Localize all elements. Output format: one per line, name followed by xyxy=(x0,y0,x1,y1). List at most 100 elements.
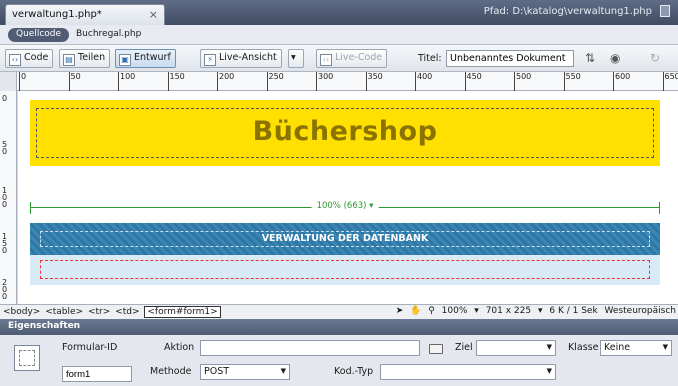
file-path: Pfad: D:\katalog\verwaltung1.php xyxy=(484,6,652,17)
design-canvas[interactable]: Büchershop 100% (663) ▾ VERWALTUNG DER D… xyxy=(18,91,678,304)
vruler-label: 150 xyxy=(2,232,8,255)
class-label: Klasse xyxy=(568,342,599,353)
ruler-label: 150 xyxy=(169,72,185,81)
ruler-label: 350 xyxy=(367,72,383,81)
split-icon: ▤ xyxy=(63,54,75,66)
file-management-icon[interactable]: ⇅ xyxy=(585,51,595,65)
path-value: D:\katalog\verwaltung1.php xyxy=(512,6,652,17)
ruler-label: 250 xyxy=(268,72,284,81)
table-width-end xyxy=(659,202,660,214)
related-file-link[interactable]: Buchregal.php xyxy=(76,29,141,39)
code-icon: ‹› xyxy=(9,54,21,66)
code-label: Code xyxy=(24,52,49,63)
vruler-label: 50 xyxy=(2,140,8,156)
refresh-icon[interactable]: ↻ xyxy=(650,51,660,65)
document-tab[interactable]: verwaltung1.php* × xyxy=(5,4,165,25)
vruler-label: 200 xyxy=(2,278,8,301)
encoding: Westeuropäisch xyxy=(604,306,676,316)
ruler-label: 600 xyxy=(615,72,631,81)
live-view-button[interactable]: ⚡ Live-Ansicht xyxy=(200,49,282,68)
design-icon: ▣ xyxy=(119,54,131,66)
status-info: ➤ ✋ ⚲ 100% ▾ 701 x 225 ▾ 6 K / 1 Sek Wes… xyxy=(392,306,676,316)
live-view-dropdown[interactable]: ▾ xyxy=(288,49,304,68)
ruler-label: 650 xyxy=(664,72,678,81)
form-outline[interactable] xyxy=(40,260,650,279)
document-title-input[interactable] xyxy=(446,50,574,67)
window-size[interactable]: 701 x 225 xyxy=(486,306,531,316)
tag-selector-form[interactable]: <form#form1> xyxy=(144,306,221,318)
title-label: Titel: xyxy=(418,53,442,64)
properties-panel: Formular-ID Aktion Ziel Klasse Keine Met… xyxy=(0,335,678,386)
form-id-input[interactable] xyxy=(62,366,132,382)
ruler-label: 50 xyxy=(70,72,81,81)
method-label: Methode xyxy=(150,366,192,377)
horizontal-ruler: 0 50 100 150 200 250 300 350 400 450 500 550 600 650 xyxy=(0,72,678,91)
method-value: POST xyxy=(204,366,230,377)
hand-tool-icon[interactable]: ✋ xyxy=(410,306,421,316)
tag-selector-table[interactable]: <table> xyxy=(45,307,83,317)
table-width-start xyxy=(30,202,31,214)
related-files-bar: Quellcode Buchregal.php xyxy=(0,25,678,45)
close-icon[interactable]: × xyxy=(149,8,158,21)
ruler-label: 500 xyxy=(516,72,532,81)
properties-title: Eigenschaften xyxy=(8,321,81,331)
properties-panel-header[interactable]: Eigenschaften xyxy=(0,319,678,335)
status-bar: <body> <table> <tr> <td> <form#form1> ➤ … xyxy=(0,304,678,319)
ruler-label: 450 xyxy=(466,72,482,81)
source-code-button[interactable]: Quellcode xyxy=(8,28,70,42)
table-width-indicator[interactable]: 100% (663) ▾ xyxy=(30,201,660,215)
vertical-ruler: 0 50 100 150 200 xyxy=(0,91,17,304)
live-view-icon: ⚡ xyxy=(204,54,216,66)
form-cell[interactable] xyxy=(30,255,660,285)
class-select[interactable]: Keine xyxy=(600,340,672,356)
live-code-label: Live-Code xyxy=(335,52,383,63)
select-tool-icon[interactable]: ➤ xyxy=(396,306,404,316)
document-toolbar: ‹› Code ▤ Teilen ▣ Entwurf ⚡ Live-Ansicht ▾ … xyxy=(0,45,678,72)
form-icon xyxy=(14,345,40,371)
banner-cell[interactable]: VERWALTUNG DER DATENBANK xyxy=(30,223,660,255)
code-view-button[interactable]: ‹› Code xyxy=(5,49,54,68)
target-select[interactable] xyxy=(476,340,556,356)
split-label: Teilen xyxy=(78,52,106,63)
window-size-dropdown-icon[interactable]: ▾ xyxy=(538,306,543,316)
vruler-label: 100 xyxy=(2,186,8,209)
design-view-button[interactable]: ▣ Entwurf xyxy=(115,49,176,68)
class-value: Keine xyxy=(604,342,631,353)
target-label: Ziel xyxy=(455,342,473,353)
split-view-button[interactable]: ▤ Teilen xyxy=(59,49,111,68)
download-size: 6 K / 1 Sek xyxy=(549,306,598,316)
design-label: Entwurf xyxy=(134,52,171,63)
zoom-level[interactable]: 100% xyxy=(442,306,468,316)
ruler-label: 0 xyxy=(21,72,27,81)
live-code-button[interactable]: ‹› Live-Code xyxy=(316,49,388,68)
tag-selector-body[interactable]: <body> xyxy=(3,307,40,317)
banner-heading: VERWALTUNG DER DATENBANK xyxy=(261,233,429,244)
browser-preview-icon[interactable]: ◉ xyxy=(610,51,620,65)
zoom-dropdown-icon[interactable]: ▾ xyxy=(474,306,479,316)
live-code-icon: ‹› xyxy=(320,54,332,66)
document-tab-bar: verwaltung1.php* × Pfad: D:\katalog\verw… xyxy=(0,0,678,25)
ruler-label: 400 xyxy=(417,72,433,81)
method-select[interactable]: POST xyxy=(200,364,290,380)
ruler-label: 200 xyxy=(219,72,235,81)
tag-selector-td[interactable]: <td> xyxy=(115,307,139,317)
tag-selector-tr[interactable]: <tr> xyxy=(88,307,110,317)
header-cell[interactable]: Büchershop xyxy=(30,100,660,166)
vruler-label: 0 xyxy=(2,94,8,103)
live-view-label: Live-Ansicht xyxy=(219,52,277,63)
table-width-label[interactable]: 100% (663) ▾ xyxy=(311,201,379,211)
action-input[interactable] xyxy=(200,340,420,356)
action-label: Aktion xyxy=(164,342,195,353)
ruler-label: 550 xyxy=(565,72,581,81)
enctype-label: Kod.-Typ xyxy=(334,366,374,377)
path-label: Pfad: xyxy=(483,6,510,17)
browse-folder-icon[interactable] xyxy=(429,344,443,354)
page-heading: Büchershop xyxy=(252,116,438,147)
enctype-select[interactable] xyxy=(380,364,556,380)
ruler-label: 300 xyxy=(318,72,334,81)
document-tab-label: verwaltung1.php* xyxy=(12,9,102,20)
zoom-tool-icon[interactable]: ⚲ xyxy=(428,306,435,316)
ruler-corner[interactable] xyxy=(0,72,17,91)
restore-window-icon[interactable] xyxy=(660,5,670,17)
form-id-label: Formular-ID xyxy=(62,342,118,353)
